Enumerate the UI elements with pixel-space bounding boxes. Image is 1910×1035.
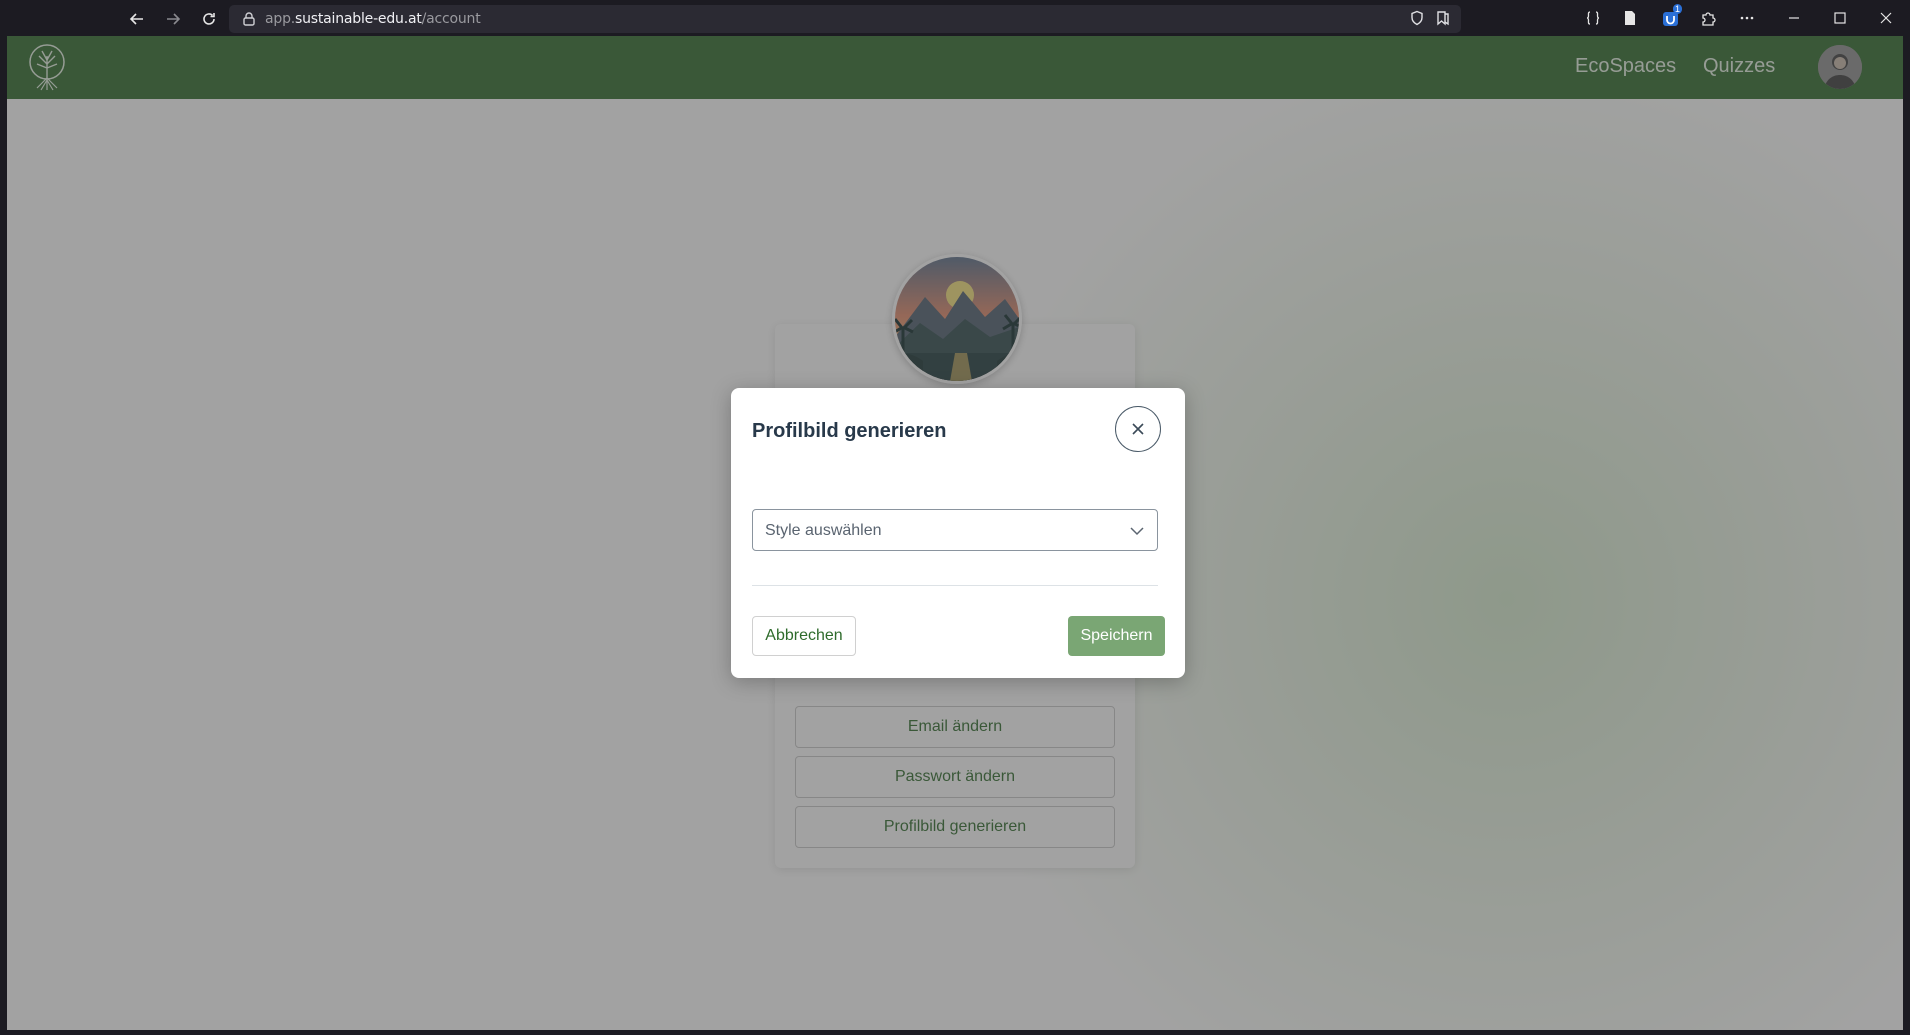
save-button[interactable]: Speichern [1068, 616, 1165, 656]
extension-badge-icon[interactable]: 1 [1661, 4, 1683, 28]
dialog-close-button[interactable] [1115, 406, 1161, 452]
reader-bookmark-icon[interactable] [1435, 10, 1451, 26]
url-text: app.sustainable-edu.at/account [265, 11, 481, 27]
extensions-puzzle-icon[interactable] [1698, 8, 1718, 28]
devtools-braces-icon[interactable] [1583, 8, 1603, 28]
close-icon [1132, 423, 1144, 435]
shield-icon[interactable] [1409, 10, 1425, 26]
generate-picture-dialog: Profilbild generieren Style auswählen Ab… [731, 388, 1185, 678]
dialog-title: Profilbild generieren [752, 420, 947, 442]
back-icon[interactable] [124, 6, 150, 32]
page-icon[interactable] [1620, 8, 1640, 28]
maximize-icon[interactable] [1830, 8, 1850, 28]
lock-icon [243, 12, 255, 26]
menu-more-icon[interactable] [1737, 8, 1757, 28]
window-close-icon[interactable] [1876, 8, 1896, 28]
web-page: EcoSpaces Quizzes Email ändern Passwort … [7, 36, 1903, 1030]
chevron-down-icon [1130, 527, 1144, 536]
minimize-icon[interactable] [1784, 8, 1804, 28]
style-select-placeholder: Style auswählen [765, 522, 882, 539]
reload-icon[interactable] [196, 6, 222, 32]
style-select[interactable]: Style auswählen [752, 509, 1158, 551]
dialog-divider [752, 585, 1158, 586]
cancel-button[interactable]: Abbrechen [752, 616, 856, 656]
forward-icon[interactable] [160, 6, 186, 32]
browser-toolbar: app.sustainable-edu.at/account 1 [0, 0, 1910, 36]
extension-badge: 1 [1673, 4, 1683, 14]
url-bar[interactable]: app.sustainable-edu.at/account [229, 5, 1461, 33]
